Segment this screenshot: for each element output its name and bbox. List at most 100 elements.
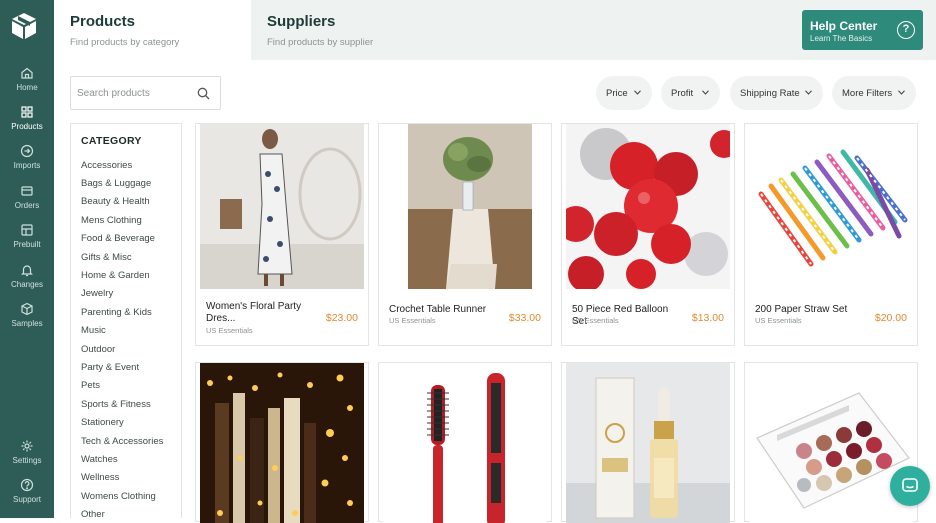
category-item[interactable]: Beauty & Health xyxy=(81,196,150,207)
question-icon: ? xyxy=(897,21,915,39)
chevron-down-icon xyxy=(898,90,905,95)
import-icon xyxy=(20,144,34,158)
gear-icon xyxy=(21,440,33,452)
filter-more[interactable]: More Filters xyxy=(832,76,916,110)
tab-title: Products xyxy=(70,13,136,30)
orders-icon xyxy=(21,186,33,196)
filter-label: Shipping Rate xyxy=(740,88,800,99)
grid-icon xyxy=(21,106,33,118)
product-image-dress xyxy=(200,124,364,289)
product-card[interactable]: Women's Floral Party Dres... US Essentia… xyxy=(195,123,369,346)
tab-subtitle: Find products by supplier xyxy=(267,37,374,48)
tab-subtitle: Find products by category xyxy=(70,37,180,48)
prebuilt-icon xyxy=(21,224,33,236)
chat-button[interactable] xyxy=(890,466,930,506)
product-card[interactable] xyxy=(561,362,735,523)
nav-settings[interactable]: Settings xyxy=(0,439,54,475)
nav-label: Imports xyxy=(13,161,41,170)
filter-shipping-rate[interactable]: Shipping Rate xyxy=(730,76,823,110)
category-item[interactable]: Stationery xyxy=(81,417,124,428)
product-price: $20.00 xyxy=(874,312,907,324)
category-panel: CATEGORY Accessories Bags & Luggage Beau… xyxy=(70,123,182,520)
category-title: CATEGORY xyxy=(81,135,142,147)
nav-label: Orders xyxy=(14,201,40,210)
nav-label: Home xyxy=(16,83,38,92)
nav-home[interactable]: Home xyxy=(0,66,54,102)
search-icon[interactable] xyxy=(197,87,210,100)
category-item[interactable]: Bags & Luggage xyxy=(81,178,151,189)
product-name: Women's Floral Party Dres... xyxy=(206,301,302,324)
filter-price[interactable]: Price xyxy=(596,76,652,110)
filter-label: Price xyxy=(606,88,628,99)
category-item[interactable]: Other xyxy=(81,509,105,520)
product-image-hair-brush xyxy=(383,363,547,523)
tab-suppliers[interactable]: Suppliers Find products by supplier xyxy=(251,0,551,60)
category-item[interactable]: Party & Event xyxy=(81,362,139,373)
category-item[interactable]: Watches xyxy=(81,454,118,465)
nav-label: Settings xyxy=(12,456,42,465)
box-logo-icon[interactable] xyxy=(10,11,38,41)
category-item[interactable]: Accessories xyxy=(81,160,132,171)
product-card[interactable] xyxy=(744,362,918,523)
filter-profit[interactable]: Profit xyxy=(661,76,720,110)
category-item[interactable]: Music xyxy=(81,325,106,336)
product-card[interactable] xyxy=(378,362,552,523)
nav-prebuilt[interactable]: Prebuilt xyxy=(0,223,54,259)
nav-label: Samples xyxy=(11,319,43,328)
nav-samples[interactable]: Samples xyxy=(0,302,54,338)
product-image-serum xyxy=(566,363,730,523)
product-supplier: US Essentials xyxy=(572,316,619,325)
product-price: $33.00 xyxy=(508,312,541,324)
chevron-down-icon xyxy=(702,90,709,95)
filter-label: Profit xyxy=(671,88,694,99)
category-item[interactable]: Jewelry xyxy=(81,288,113,299)
product-card[interactable] xyxy=(195,362,369,523)
filter-label: More Filters xyxy=(842,88,893,99)
chevron-down-icon xyxy=(634,90,641,95)
category-item[interactable]: Wellness xyxy=(81,472,119,483)
tab-title: Suppliers xyxy=(267,13,336,30)
help-icon xyxy=(20,478,34,492)
nav-changes[interactable]: Changes xyxy=(0,263,54,299)
help-subtitle: Learn The Basics xyxy=(810,34,873,43)
search-input[interactable] xyxy=(77,85,187,101)
category-item[interactable]: Parenting & Kids xyxy=(81,307,152,318)
product-card[interactable]: Crochet Table Runner US Essentials $33.0… xyxy=(378,123,552,346)
bell-icon xyxy=(21,265,33,277)
help-title: Help Center xyxy=(810,19,878,33)
search-box xyxy=(70,76,221,110)
nav-label: Products xyxy=(11,122,43,131)
help-center-button[interactable]: Help Center Learn The Basics ? xyxy=(802,10,923,50)
product-image-table-runner xyxy=(383,124,547,289)
nav-products[interactable]: Products xyxy=(0,105,54,141)
product-name: Crochet Table Runner xyxy=(389,304,487,315)
product-price: $23.00 xyxy=(325,312,358,324)
category-item[interactable]: Mens Clothing xyxy=(81,215,142,226)
home-icon xyxy=(21,67,33,79)
category-item[interactable]: Tech & Accessories xyxy=(81,436,163,447)
category-item[interactable]: Sports & Fitness xyxy=(81,399,151,410)
nav-label: Prebuilt xyxy=(13,240,41,249)
product-image-straws xyxy=(749,124,913,289)
tab-products[interactable]: Products Find products by category xyxy=(54,0,251,60)
nav-label: Changes xyxy=(10,280,44,289)
product-image-balloons xyxy=(566,124,730,289)
product-name: 200 Paper Straw Set xyxy=(755,304,848,315)
nav-label: Support xyxy=(12,495,42,504)
box-icon xyxy=(21,302,33,316)
nav-imports[interactable]: Imports xyxy=(0,144,54,180)
category-item[interactable]: Womens Clothing xyxy=(81,491,156,502)
product-price: $13.00 xyxy=(691,312,724,324)
product-image-eyeshadow-palette xyxy=(749,363,913,523)
product-card[interactable]: 50 Piece Red Balloon Set US Essentials $… xyxy=(561,123,735,346)
category-item[interactable]: Home & Garden xyxy=(81,270,150,281)
product-card[interactable]: 200 Paper Straw Set US Essentials $20.00 xyxy=(744,123,918,346)
chat-icon xyxy=(902,478,918,492)
category-item[interactable]: Outdoor xyxy=(81,344,115,355)
category-item[interactable]: Gifts & Misc xyxy=(81,252,132,263)
category-item[interactable]: Food & Beverage xyxy=(81,233,155,244)
nav-support[interactable]: Support xyxy=(0,478,54,514)
category-item[interactable]: Pets xyxy=(81,380,100,391)
sidebar: Home Products Imports Orders Prebuilt Ch… xyxy=(0,0,54,518)
nav-orders[interactable]: Orders xyxy=(0,184,54,220)
